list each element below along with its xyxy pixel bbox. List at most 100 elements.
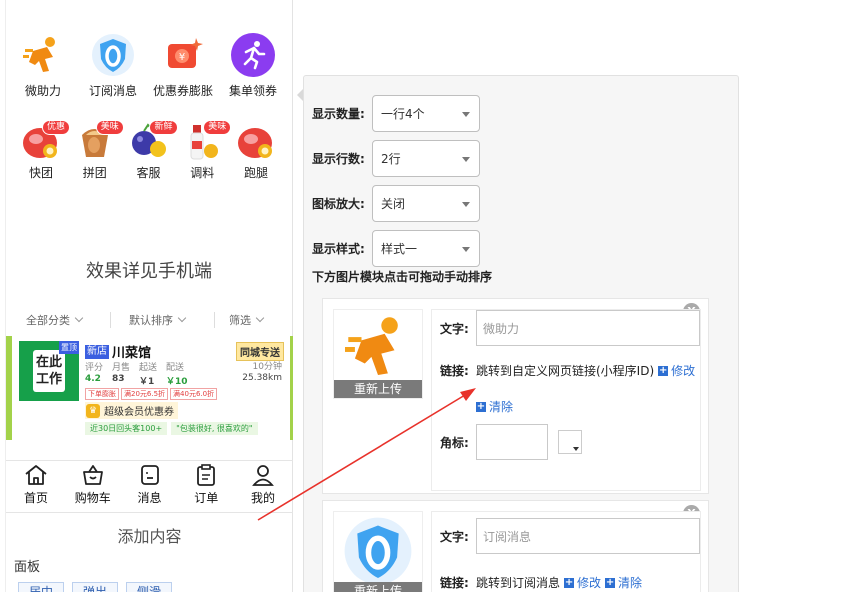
badge-text-input[interactable] [476, 424, 548, 460]
dropdown-arrow-icon [462, 157, 470, 162]
nav-item-badge: 美味 [203, 120, 232, 135]
min-order-value: ￥1 [139, 377, 155, 387]
display-rows-select[interactable]: 2行 [372, 140, 480, 177]
nav-item-label: 拼团 [82, 166, 107, 180]
modify-link-button[interactable]: + 修改 [658, 362, 695, 379]
order-icon [197, 464, 216, 486]
display-count-select[interactable]: 一行4个 [372, 95, 480, 132]
display-rows-row: 显示行数: 2行 [312, 140, 480, 177]
screen-filter[interactable]: 筛选 [214, 312, 265, 328]
crown-icon: ♛ [86, 403, 100, 418]
running-man-icon [345, 317, 398, 376]
new-store-tag: 新店 [85, 344, 109, 359]
user-icon [252, 465, 274, 486]
text-row: 文字: 订阅消息 [440, 518, 700, 554]
pinned-tag: 置顶 [59, 341, 79, 354]
panel-mode-buttons: 居中 弹出 侧滑 [18, 582, 180, 592]
tab-home[interactable]: 首页 [16, 461, 56, 512]
panel-label: 面板 [14, 560, 41, 575]
plus-icon: + [658, 364, 669, 376]
store-card[interactable]: 在此 工作 置顶 新店 川菜馆 同城专送 评分 4.2 月售 83 起送 ￥1 配送 ￥1… [6, 336, 293, 440]
chevron-down-icon [177, 313, 187, 323]
nav-item-badge: 美味 [95, 120, 124, 135]
plus-icon: + [605, 576, 616, 588]
home-icon [25, 465, 47, 485]
store-filter-bar: 全部分类 默认排序 筛选 [12, 312, 286, 328]
svg-text:¥: ¥ [179, 52, 185, 63]
clear-row: + 清除 [476, 398, 513, 415]
link-row: 链接: 跳转到自定义网页链接(小程序ID) + 修改 [440, 362, 696, 379]
subscribe-shield-icon [344, 517, 412, 585]
nav-item-tiaoliao[interactable]: 调料 美味 [177, 120, 232, 181]
clear-link-button[interactable]: + 清除 [605, 574, 642, 591]
nav-item-kefu[interactable]: 客服 新鲜 [124, 120, 178, 181]
tab-order[interactable]: 订单 [186, 461, 226, 512]
icon-item-card[interactable]: X 重新上传 文字: 微助力 链接: 跳转到自定义网页链接(小程序ID) +修改… [322, 298, 709, 494]
item-text-input[interactable]: 微助力 [476, 310, 700, 346]
nav-item-jidan[interactable]: 集单领券 [220, 32, 286, 99]
reupload-button[interactable]: 重新上传 [334, 582, 422, 592]
nav-item-label: 客服 [136, 166, 161, 180]
modify-link-button[interactable]: + 修改 [564, 574, 601, 591]
item-image[interactable]: 重新上传 [333, 511, 423, 592]
bottom-tab-bar: 首页 购物车 消息 订单 我的 [6, 460, 293, 512]
cart-icon [82, 465, 103, 485]
meat-icon [234, 120, 278, 162]
badge-color-picker[interactable] [558, 430, 582, 454]
nav-item-kuaituan[interactable]: 快团 优惠 [16, 120, 70, 181]
phone-preview: 微助力 订阅消息 ¥ 优惠券膨胀 集单领券 快团 优惠 拼团 美味 客服 新鲜 … [0, 0, 293, 592]
icon-item-card[interactable]: X 重新上传 文字: 订阅消息 链接: 跳转到订阅消息 +修改 +清除 [322, 500, 709, 592]
mode-slide-button[interactable]: 侧滑 [126, 582, 173, 592]
nav-item-coupon[interactable]: ¥ 优惠券膨胀 [150, 32, 216, 99]
settings-panel: 显示数量: 一行4个 显示行数: 2行 图标放大: 关闭 显示样式: 样式一 下… [303, 75, 739, 592]
vip-coupon[interactable]: ♛ 超级会员优惠券 [85, 402, 178, 419]
monthly-sales-value: 83 [112, 374, 125, 384]
coupon-icon: ¥ [160, 32, 206, 78]
store-title: 川菜馆 [112, 346, 152, 361]
item-image[interactable]: 重新上传 [333, 309, 423, 399]
tab-cart[interactable]: 购物车 [73, 461, 113, 512]
text-row: 文字: 微助力 [440, 310, 700, 346]
nav-item-label: 快团 [28, 166, 53, 180]
display-style-select[interactable]: 样式一 [372, 230, 480, 267]
icon-zoom-select[interactable]: 关闭 [372, 185, 480, 222]
tab-message[interactable]: 消息 [130, 461, 170, 512]
purple-runner-icon [230, 32, 276, 78]
dropdown-arrow-icon [462, 202, 470, 207]
item-text-input[interactable]: 订阅消息 [476, 518, 700, 554]
nav-item-label: 集单领券 [228, 84, 277, 98]
add-content-title: 添加内容 [6, 512, 293, 552]
preview-note: 效果详见手机端 [86, 261, 212, 282]
badge-row: 角标: [440, 424, 582, 460]
category-filter[interactable]: 全部分类 [12, 312, 110, 328]
nav-item-badge: 优惠 [41, 120, 70, 135]
icon-zoom-row: 图标放大: 关闭 [312, 185, 480, 222]
mode-center-button[interactable]: 居中 [18, 582, 65, 592]
store-logo: 在此 工作 置顶 [19, 341, 79, 401]
nav-item-label: 跑腿 [243, 166, 268, 180]
nav-icon-row-2: 快团 优惠 拼团 美味 客服 新鲜 调料 美味 跑腿 [16, 120, 281, 181]
chevron-down-icon [255, 313, 265, 323]
display-style-row: 显示样式: 样式一 [312, 230, 480, 267]
display-count-row: 显示数量: 一行4个 [312, 95, 480, 132]
item-form: 文字: 订阅消息 链接: 跳转到订阅消息 + 修改 + 清除 [431, 511, 701, 592]
nav-item-label: 优惠券膨胀 [152, 84, 213, 98]
delivery-fee-value: ￥10 [166, 377, 188, 387]
message-icon [140, 465, 159, 485]
mode-popup-button[interactable]: 弹出 [72, 582, 119, 592]
nav-item-paotui[interactable]: 跑腿 [231, 120, 281, 181]
link-target-text: 跳转到自定义网页链接(小程序ID) [476, 364, 655, 378]
link-target-text: 跳转到订阅消息 [476, 576, 561, 590]
reupload-button[interactable]: 重新上传 [334, 380, 422, 398]
chevron-down-icon [74, 313, 84, 323]
link-row: 链接: 跳转到订阅消息 + 修改 + 清除 [440, 574, 643, 591]
nav-item-label: 调料 [190, 166, 215, 180]
nav-item-pintuan[interactable]: 拼团 美味 [70, 120, 124, 181]
sort-filter[interactable]: 默认排序 [110, 312, 214, 328]
clear-link-button[interactable]: + 清除 [476, 398, 513, 415]
nav-item-subscribe[interactable]: 订阅消息 [80, 32, 146, 99]
nav-item-weizhuli[interactable]: 微助力 [10, 32, 76, 99]
nav-icon-row-1: 微助力 订阅消息 ¥ 优惠券膨胀 集单领券 [10, 32, 286, 99]
plus-icon: + [476, 400, 486, 412]
tab-mine[interactable]: 我的 [243, 461, 283, 512]
